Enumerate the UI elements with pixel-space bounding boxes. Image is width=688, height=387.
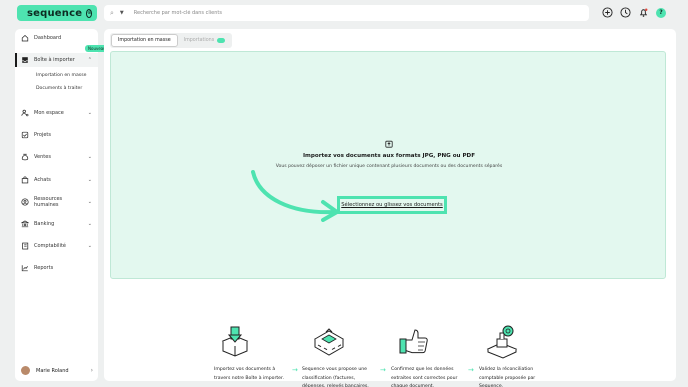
file-dropzone[interactable]: Importez vos documents aux formats JPG, … (110, 51, 666, 279)
upload-icon (385, 140, 393, 148)
chevron-down-icon: ⌄ (87, 221, 92, 227)
sidebar-item-label: Projets (34, 132, 51, 138)
checkbox-icon (21, 131, 29, 139)
tab-bulk-import[interactable]: Importation en masse (111, 34, 178, 47)
search-icon: ⌕ (110, 8, 114, 17)
user-name: Marie Roland (36, 367, 69, 374)
sidebar-item-purchases[interactable]: Achats ⌄ (15, 173, 98, 187)
arrow-right-icon: → (468, 366, 474, 374)
sidebar-item-dashboard[interactable]: Dashboard (15, 31, 98, 45)
sidebar-item-label: Mon espace (34, 110, 64, 116)
sidebar-item-label: Banking (34, 221, 55, 227)
dropzone-subtitle: Vous pouvez déposer un fichier unique co… (275, 164, 503, 169)
stamp-illustration (486, 325, 518, 359)
sidebar-item-reports[interactable]: Reports (15, 261, 98, 275)
step-text: Sequence vous propose une classification… (302, 367, 369, 387)
chevron-down-icon: ⌄ (87, 199, 92, 205)
sidebar-item-label: Boîte à importer (34, 57, 75, 63)
sidebar-item-sales[interactable]: Ventes ⌄ (15, 150, 98, 164)
sidebar-subitem-bulk-import[interactable]: Importation en masse (36, 73, 86, 78)
brand-name: sequence (27, 7, 83, 19)
main-panel: Importation en masse Importations Import… (104, 29, 676, 387)
thumbs-up-illustration (399, 329, 428, 354)
search-input[interactable] (133, 10, 534, 16)
logo[interactable]: sequence ⊕ (17, 5, 97, 21)
arrow-right-icon: → (380, 366, 386, 374)
avatar (21, 366, 30, 375)
clock-icon[interactable] (620, 7, 631, 18)
tab-label: Importation en masse (118, 38, 171, 43)
bell-icon[interactable] (638, 7, 649, 18)
tab-imports[interactable]: Importations (178, 34, 232, 47)
sidebar-item-label: Achats (34, 177, 51, 183)
user-cog-icon (21, 109, 29, 117)
money-bag-icon (21, 153, 29, 161)
chevron-up-icon: ⌃ (87, 57, 92, 63)
arrow-right-icon: → (292, 366, 298, 374)
sidebar-item-accounting[interactable]: Comptabilité ⌄ (15, 239, 98, 253)
dropzone-title: Importez vos documents aux formats JPG, … (302, 153, 476, 159)
step-text: Importez vos documents à travers notre B… (214, 367, 284, 381)
top-bar: sequence ⊕ ⌕ ▼ ? (0, 0, 688, 26)
help-button[interactable]: ? (656, 7, 666, 18)
top-actions: ? (602, 7, 666, 18)
sidebar-item-label: Comptabilité (34, 243, 66, 249)
pointer-arrow-icon (251, 170, 339, 222)
workspace-badge-icon[interactable]: ⊕ (86, 8, 93, 18)
sidebar-item-label: Dashboard (34, 35, 62, 41)
select-documents-button[interactable]: Sélectionnez ou glissez vos documents (337, 196, 447, 214)
chevron-down-icon[interactable]: ▼ (120, 10, 124, 16)
home-icon (21, 34, 29, 42)
sidebar-item-my-space[interactable]: Mon espace ⌄ (15, 106, 98, 120)
inbox-icon (21, 56, 29, 64)
chevron-down-icon: ⌄ (87, 154, 92, 160)
chart-icon (21, 264, 29, 272)
user-menu[interactable]: Marie Roland › (21, 366, 93, 375)
search-bar[interactable]: ⌕ ▼ (104, 5, 589, 21)
chevron-down-icon: ⌄ (87, 110, 92, 116)
sidebar-item-label: Reports (34, 265, 54, 271)
tab-bar: Importation en masse Importations (110, 33, 233, 48)
sidebar-item-banking[interactable]: Banking ⌄ (15, 217, 98, 231)
chevron-down-icon: ⌄ (87, 243, 92, 249)
people-icon (21, 198, 29, 206)
chevron-down-icon: ⌄ (87, 177, 92, 183)
sidebar-item-label: Ventes (34, 154, 51, 160)
chevron-right-icon: › (90, 367, 93, 374)
sidebar-item-hr[interactable]: Ressources humaines ⌄ (15, 195, 98, 209)
tab-count-badge (217, 38, 226, 43)
sidebar: Dashboard Nouveau Boîte à importer ⌃ Imp… (15, 29, 109, 381)
sidebar-item-label: Ressources humaines (34, 196, 63, 208)
bank-icon (21, 220, 29, 228)
step-text: Confirmez que les données extraites sont… (391, 367, 458, 387)
add-icon[interactable] (602, 7, 613, 18)
sidebar-item-projects[interactable]: Projets (15, 128, 98, 142)
tab-label: Importations (183, 38, 215, 43)
sidebar-item-import-box[interactable]: Boîte à importer ⌃ (15, 53, 98, 67)
step-text: Validez la réconciliation comptable prop… (479, 367, 536, 387)
logo-mark-icon (22, 9, 23, 17)
sorting-machine-illustration (313, 328, 345, 356)
ledger-icon (21, 242, 29, 250)
sidebar-subitem-documents-to-process[interactable]: Documents à traiter (36, 86, 82, 91)
upload-box-illustration (221, 326, 249, 357)
shopping-bag-icon (21, 176, 29, 184)
